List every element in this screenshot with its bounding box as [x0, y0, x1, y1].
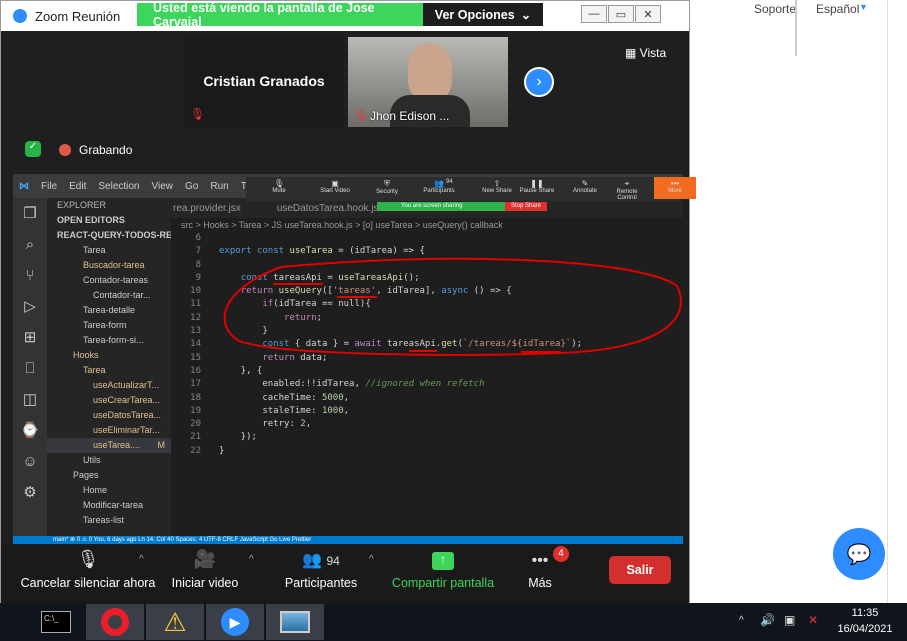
meeting-controls: 🎙 Cancelar silenciar ahora ^ 🎥 Iniciar v…: [1, 544, 689, 604]
more-dots-icon: •••: [531, 552, 549, 569]
divider: [887, 0, 888, 605]
windows-taskbar: C:\_ ⚠ ▶ ^ 🔊 ▣ ✕ 11:35 16/04/2021: [0, 603, 907, 641]
divider: [795, 0, 797, 56]
chat-icon: 💬: [846, 543, 872, 566]
zoom-window: Zoom Reunión Usted está viendo la pantal…: [0, 0, 696, 605]
opera-app-icon[interactable]: [86, 604, 144, 640]
clock-date[interactable]: 16/04/2021: [836, 623, 894, 635]
chevron-up-icon[interactable]: ^: [739, 615, 744, 626]
share-arrow-icon: ↑: [432, 552, 454, 570]
chat-bubble-button[interactable]: 💬: [833, 528, 885, 580]
support-link[interactable]: Soporte: [754, 2, 796, 16]
notification-badge: 4: [553, 546, 569, 562]
chevron-up-icon[interactable]: ^: [369, 554, 374, 565]
volume-icon[interactable]: 🔊: [760, 613, 775, 627]
zoom-app-icon[interactable]: ▶: [206, 604, 264, 640]
share-screen-button[interactable]: ↑ Compartir pantalla: [389, 544, 497, 604]
language-selector[interactable]: Español: [816, 2, 859, 16]
annotation-ellipse: [223, 257, 682, 356]
chevron-up-icon[interactable]: ^: [249, 554, 254, 565]
notification-icon[interactable]: ✕: [808, 613, 818, 627]
annotation-layer: [223, 257, 682, 356]
chevron-up-icon[interactable]: ^: [139, 554, 144, 565]
warning-app-icon[interactable]: ⚠: [146, 604, 204, 640]
participants-icon: 👥 94: [302, 552, 340, 569]
clock-time[interactable]: 11:35: [836, 607, 894, 619]
participants-button[interactable]: 👥 94 Participantes: [281, 544, 361, 604]
leave-button[interactable]: Salir: [609, 556, 671, 584]
chevron-down-icon: ▼: [859, 2, 868, 12]
network-icon[interactable]: ▣: [784, 613, 795, 627]
photos-app-icon[interactable]: [266, 604, 324, 640]
video-off-icon: 🎥: [193, 549, 217, 569]
cmd-app-icon[interactable]: C:\_: [27, 604, 85, 640]
muted-mic-icon: 🎙: [76, 549, 100, 569]
start-video-button[interactable]: 🎥 Iniciar video: [165, 544, 245, 604]
unmute-button[interactable]: 🎙 Cancelar silenciar ahora: [15, 544, 161, 604]
